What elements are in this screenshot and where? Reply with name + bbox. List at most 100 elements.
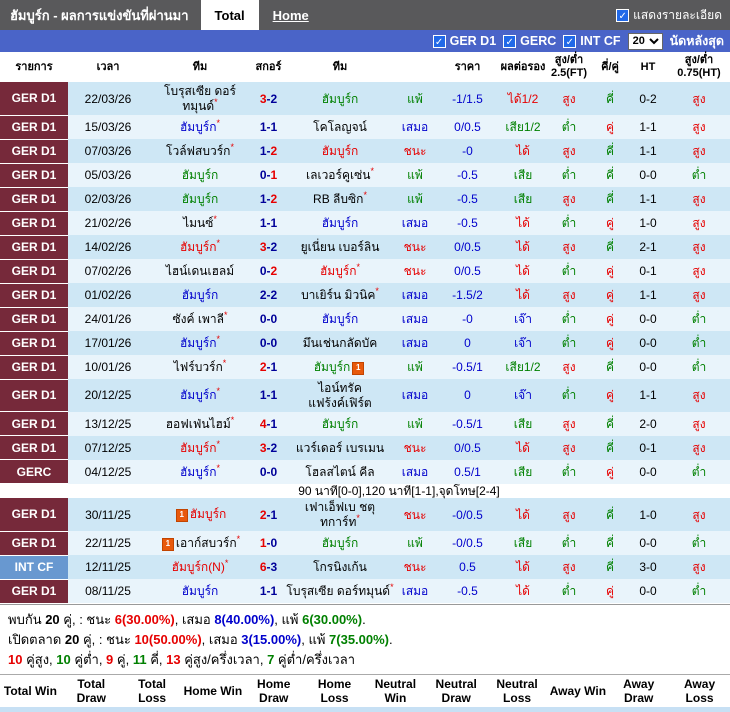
match-row: GER D1 07/12/25 ฮัมบูร์ก* 3-2 แวร์เดอร์ เบรเ… [0, 435, 730, 461]
away-team-name[interactable]: แวร์เดอร์ เบรเมน [296, 441, 384, 455]
tab-home[interactable]: Home [259, 0, 323, 30]
away-team-name[interactable]: ไอน์ทรัค แฟร้งค์เฟิร์ต [308, 381, 371, 409]
match-row: GER D1 14/02/26 ฮัมบูร์ก* 3-2 ยูเนี่ยน เบอร์… [0, 235, 730, 260]
away-team-name[interactable]: โกรนิงเก้น [313, 560, 367, 574]
handicap-cell: -0.5 [435, 163, 500, 188]
match-date: 08/11/25 [68, 579, 148, 604]
stats-header: Away Win [547, 674, 609, 708]
home-team-name[interactable]: ไฟร์บวร์ก [174, 360, 223, 374]
away-team-name[interactable]: โบรุสเซีย ดอร์ทมุนด์ [286, 584, 390, 598]
match-score: 2-1 [252, 498, 285, 532]
home-team-name[interactable]: ฮัมบูร์ก [182, 168, 219, 182]
tab-total[interactable]: Total [200, 0, 259, 30]
away-team-name[interactable]: โฮลสไตน์ คีล [305, 465, 374, 479]
head-to-head-summary: พบกัน 20 คู่, : ชนะ 6(30.00%), เสมอ 8(40… [8, 611, 366, 627]
home-team-name[interactable]: ฮัมบูร์ก(N) [172, 560, 225, 574]
league-checkbox-ger-d1[interactable]: ✓ [432, 34, 446, 48]
home-team-name[interactable]: ฮอฟเฟ่นไฮม์ [166, 417, 231, 431]
odd-even-cell: คี่ [592, 498, 628, 532]
match-row: GER D1 07/03/26 โวล์ฟสบวร์ก* 1-2 ฮัมบูร์ก ชนะ… [0, 139, 730, 164]
away-team-name[interactable]: เลเวอร์คูเซ่น [306, 168, 370, 182]
match-count-select[interactable]: 20 [627, 32, 663, 50]
show-details-checkbox[interactable]: ✓ [616, 8, 630, 22]
away-team-name[interactable]: RB ลีบซิก [313, 192, 363, 206]
home-team-name[interactable]: ฮัมบูร์ก [182, 288, 219, 302]
league-badge: GER D1 [0, 411, 68, 437]
handicap-result-cell: ได้ [500, 283, 546, 308]
match-date: 30/11/25 [68, 498, 148, 532]
result-cell: แพ้ [395, 187, 435, 212]
away-team-name[interactable]: โคโลญจน์ [313, 120, 367, 134]
match-score: 0-1 [252, 163, 285, 188]
away-team-name[interactable]: ฮัมบูร์ก [322, 92, 359, 106]
home-team-name[interactable]: ซังค์ เพาลี [173, 312, 224, 326]
home-team-cell: ฮัมบูร์ก [148, 163, 252, 188]
halftime-score-cell: 3-0 [628, 555, 668, 580]
match-score: 1-1 [252, 579, 285, 604]
favorite-star: * [216, 462, 221, 473]
home-team-name[interactable]: ฮัมบูร์ก [180, 240, 217, 254]
match-score: 6-3 [252, 555, 285, 580]
away-team-name[interactable]: ฮัมบูร์ก [322, 536, 359, 550]
over-under-075-cell: สูง [668, 139, 730, 164]
away-team-name[interactable]: มึนเช่นกลัดบัค [303, 336, 378, 350]
home-team-name[interactable]: ฮัมบูร์ก [180, 465, 217, 479]
stats-header-row: Total Win Total Draw Total Loss Home Win Hom… [0, 674, 730, 708]
last-matches-label: นัดหลังสุด [669, 34, 724, 48]
odd-even-cell: คี่ [592, 163, 628, 188]
home-team-name[interactable]: ฮัมบูร์ก [190, 507, 227, 521]
match-row: GER D1 13/12/25 ฮอฟเฟ่นไฮม์* 4-1 ฮัมบูร์ก แพ้… [0, 411, 730, 437]
stats-count: 4 [669, 707, 730, 712]
league-checkbox-gerc[interactable]: ✓ [503, 34, 517, 48]
handicap-cell: 0 [435, 331, 500, 356]
league-checkbox-int-cf[interactable]: ✓ [563, 34, 577, 48]
match-date: 24/01/26 [68, 307, 148, 332]
away-team-name[interactable]: เฟาเอ็ฟเบ ชตุทการ์ท [305, 500, 375, 528]
odd-even-cell: คี่ [592, 139, 628, 164]
away-team-name[interactable]: บาเยิร์น มิวนิค [301, 288, 375, 302]
away-team-name[interactable]: ฮัมบูร์ก [322, 312, 359, 326]
match-date: 14/02/26 [68, 235, 148, 260]
halftime-score-cell: 0-0 [628, 163, 668, 188]
away-team-name[interactable]: ฮัมบูร์ก [322, 216, 359, 230]
halftime-score-cell: 1-1 [628, 187, 668, 212]
away-team-cell: ฮัมบูร์ก [285, 307, 395, 332]
away-team-name[interactable]: ฮัมบูร์ก [322, 144, 359, 158]
home-team-name[interactable]: ไฮน์เดนเฮลม์ [166, 264, 234, 278]
results-page: ฮัมบูร์ก - ผลการแข่งขันที่ผ่านมา Total H… [0, 0, 730, 712]
match-row: GER D1 01/02/26 ฮัมบูร์ก 2-2 บาเยิร์น มิวนิค… [0, 283, 730, 308]
favorite-star: * [214, 96, 218, 107]
home-team-cell: ไฮน์เดนเฮลม์ [148, 259, 252, 284]
handicap-cell: 0.5 [435, 555, 500, 580]
handicap-result-cell: ได้ [500, 498, 546, 532]
home-team-name[interactable]: โบรุสเซีย ดอร์ทมุนด์ [164, 84, 236, 112]
match-date: 13/12/25 [68, 411, 148, 436]
home-team-name[interactable]: ฮัมบูร์ก [180, 336, 217, 350]
league-filter-int-cf: ✓ INT CF [563, 34, 621, 48]
home-team-name[interactable]: ฮัมบูร์ก [182, 584, 219, 598]
handicap-result-cell: ได้ [500, 139, 546, 164]
home-team-name[interactable]: ไมนซ์ [183, 216, 213, 230]
over-under-075-cell: สูง [668, 187, 730, 212]
away-team-name[interactable]: ฮัมบูร์ก [320, 264, 357, 278]
favorite-star: * [216, 333, 221, 344]
away-team-cell: ไอน์ทรัค แฟร้งค์เฟิร์ต [285, 379, 395, 412]
home-team-name[interactable]: ฮัมบูร์ก [182, 192, 219, 206]
home-team-name[interactable]: ฮัมบูร์ก [180, 388, 217, 402]
handicap-cell: 0/0.5 [435, 235, 500, 260]
away-team-name[interactable]: ฮัมบูร์ก [322, 417, 359, 431]
home-team-name[interactable]: ฮัมบูร์ก [180, 441, 217, 455]
home-team-name[interactable]: โวล์ฟสบวร์ก [166, 144, 230, 158]
home-team-cell: ฮัมบูร์ก* [148, 235, 252, 260]
home-team-name[interactable]: เอาก์สบวร์ก [176, 536, 237, 550]
stats-count: 6 [0, 707, 61, 712]
home-team-name[interactable]: ฮัมบูร์ก [180, 120, 217, 134]
col-result [395, 52, 435, 83]
away-team-name[interactable]: ยูเนี่ยน เบอร์ลิน [301, 240, 380, 254]
handicap-result-cell: ได้ [500, 259, 546, 284]
stats-count: 0 [486, 707, 548, 712]
away-team-name[interactable]: ฮัมบูร์ก [314, 360, 351, 374]
odd-even-cell: คี่ [592, 355, 628, 380]
home-team-cell: ฮัมบูร์ก* [148, 459, 252, 484]
stats-count: 6 [243, 707, 305, 712]
